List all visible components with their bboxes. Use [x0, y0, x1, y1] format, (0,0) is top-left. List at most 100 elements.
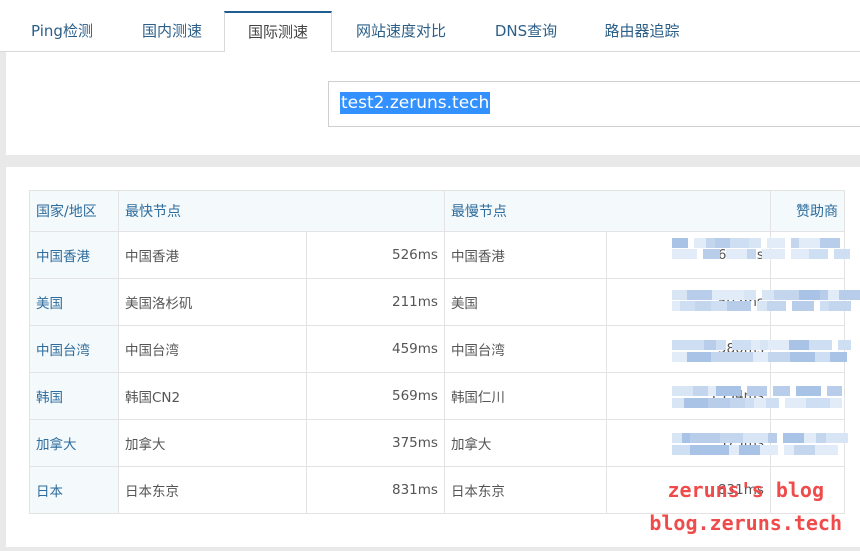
mosaic-pixel — [729, 445, 739, 455]
tab-site-compare[interactable]: 网站速度对比 — [342, 11, 460, 52]
mosaic-pixel — [730, 398, 745, 408]
tab-international-speed[interactable]: 国际测速 — [224, 11, 332, 53]
slow-node-cell: 中国台湾 — [443, 325, 608, 373]
fast-ms-cell: 569ms — [306, 372, 445, 420]
mosaic-pixel — [757, 301, 767, 311]
mosaic-pixel — [706, 238, 715, 248]
mosaic-pixel — [809, 340, 823, 350]
mosaic-pixel — [720, 433, 743, 443]
mosaic-pixel — [708, 386, 716, 396]
mosaic-pixel — [768, 340, 789, 350]
mosaic-pixel — [766, 398, 779, 408]
mosaic-pixel — [732, 340, 751, 350]
country-cell[interactable]: 中国台湾 — [29, 325, 119, 373]
country-cell[interactable]: 中国香港 — [29, 231, 119, 279]
mosaic-pixel — [773, 386, 790, 396]
fast-ms-cell: 211ms — [306, 278, 445, 326]
host-input-value: test2.zeruns.tech — [340, 92, 491, 114]
slow-node-cell: 美国 — [443, 278, 608, 326]
mosaic-pixel — [767, 301, 786, 311]
mosaic-pixel — [703, 249, 720, 259]
fast-ms-cell: 459ms — [306, 325, 445, 373]
fast-node-cell: 日本东京 — [117, 466, 308, 514]
mosaic-pixel — [715, 238, 730, 248]
tab-traceroute[interactable]: 路由器追踪 — [590, 11, 694, 52]
mosaic-pixel — [672, 433, 682, 443]
mosaic-pixel — [712, 290, 728, 300]
mosaic-pixel — [749, 238, 761, 248]
tab-dns[interactable]: DNS查询 — [480, 11, 572, 52]
mosaic-pixel — [730, 238, 749, 248]
mosaic-pixel — [815, 352, 830, 362]
mosaic-pixel — [762, 249, 785, 259]
mosaic-pixel — [830, 352, 847, 362]
mosaic-pixel — [809, 249, 828, 259]
country-cell[interactable]: 美国 — [29, 278, 119, 326]
header-fastest: 最快节点 — [118, 190, 445, 232]
mosaic-pixel — [838, 340, 851, 350]
mosaic-pixel — [827, 386, 842, 396]
mosaic-pixel — [739, 445, 760, 455]
mosaic-pixel — [785, 398, 806, 408]
slow-node-cell: 中国香港 — [443, 231, 608, 279]
mosaic-pixel — [690, 433, 704, 443]
fast-node-cell: 加拿大 — [117, 419, 308, 467]
country-cell[interactable]: 韩国 — [29, 372, 119, 420]
fast-node-cell: 中国香港 — [117, 231, 308, 279]
mosaic-pixel — [727, 301, 751, 311]
mosaic-pixel — [715, 445, 729, 455]
mosaic-pixel — [672, 290, 687, 300]
header-sponsor: 赞助商 — [769, 190, 846, 232]
search-panel: test2.zeruns.tech — [6, 52, 860, 155]
mosaic-pixel — [794, 445, 815, 455]
mosaic-pixel — [693, 386, 708, 396]
mosaic-pixel — [672, 301, 680, 311]
fast-ms-cell: 831ms — [306, 466, 445, 514]
mosaic-pixel — [716, 386, 741, 396]
mosaic-pixel — [747, 386, 767, 396]
mosaic-pixel — [762, 290, 774, 300]
mosaic-pixel — [830, 398, 842, 408]
mosaic-pixel — [694, 238, 706, 248]
tab-ping[interactable]: Ping检测 — [14, 11, 110, 52]
mosaic-pixel — [687, 352, 711, 362]
fast-node-cell: 美国洛杉矶 — [117, 278, 308, 326]
mosaic-pixel — [704, 433, 720, 443]
mosaic-pixel — [767, 238, 785, 248]
mosaic-pixel — [743, 433, 768, 443]
mosaic-pixel — [760, 340, 768, 350]
mosaic-pixel — [680, 301, 695, 311]
mosaic-pixel — [753, 352, 768, 362]
mosaic-pixel — [789, 340, 809, 350]
mosaic-pixel — [839, 290, 860, 300]
mosaic-pixel — [711, 352, 721, 362]
mosaic-pixel — [820, 238, 840, 248]
fast-ms-cell: 375ms — [306, 419, 445, 467]
mosaic-pixel — [747, 249, 756, 259]
mosaic-pixel — [796, 386, 821, 396]
mosaic-pixel — [688, 340, 704, 350]
mosaic-pixel — [768, 433, 777, 443]
country-cell[interactable]: 加拿大 — [29, 419, 119, 467]
mosaic-pixel — [672, 249, 697, 259]
mosaic-pixel — [721, 352, 737, 362]
mosaic-pixel — [820, 301, 829, 311]
mosaic-pixel — [826, 433, 848, 443]
country-cell[interactable]: 日本 — [29, 466, 119, 514]
mosaic-pixel — [768, 352, 790, 362]
tab-domestic-speed[interactable]: 国内测速 — [126, 11, 218, 52]
mosaic-pixel — [791, 238, 799, 248]
pixelated-sponsor-logos — [672, 228, 860, 488]
mosaic-pixel — [774, 290, 799, 300]
host-input[interactable]: test2.zeruns.tech — [328, 81, 860, 127]
mosaic-pixel — [790, 352, 815, 362]
fast-ms-cell: 526ms — [306, 231, 445, 279]
mosaic-pixel — [672, 398, 684, 408]
mosaic-pixel — [820, 290, 828, 300]
mosaic-pixel — [745, 398, 754, 408]
mosaic-pixel — [711, 301, 727, 311]
mosaic-pixel — [737, 352, 753, 362]
header-country: 国家/地区 — [29, 190, 119, 232]
mosaic-pixel — [672, 340, 688, 350]
header-slowest: 最慢节点 — [443, 190, 771, 232]
